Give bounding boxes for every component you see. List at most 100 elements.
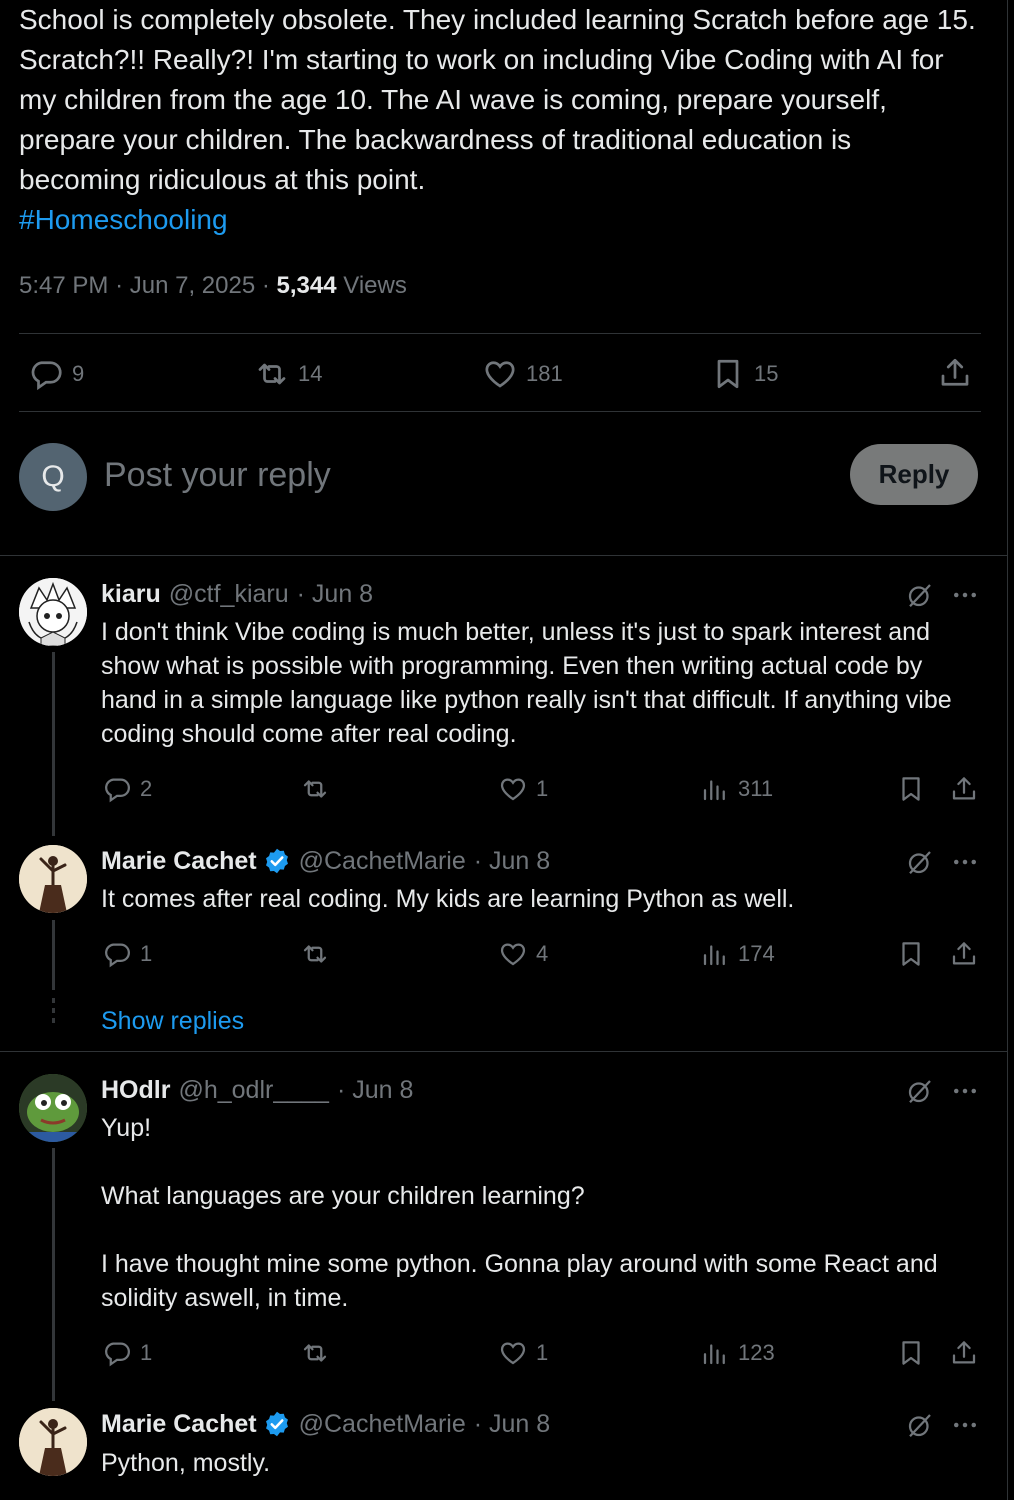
like-count: 1: [536, 1340, 549, 1365]
user-avatar[interactable]: Q: [19, 443, 87, 511]
heart-icon: [500, 778, 526, 801]
bookmark-action[interactable]: 15: [710, 356, 778, 392]
grok-icon[interactable]: [905, 1076, 935, 1106]
reply-count: 1: [140, 941, 153, 966]
more-icon[interactable]: [950, 580, 980, 610]
user-handle[interactable]: @CachetMarie: [299, 844, 466, 878]
reply-text-line: What languages are your children learnin…: [101, 1182, 585, 1210]
dancer-avatar-icon: [19, 845, 87, 913]
views-action[interactable]: 311: [700, 774, 773, 804]
share-action[interactable]: [937, 355, 973, 391]
reply-text-line: Yup!: [101, 1114, 152, 1142]
grok-icon[interactable]: [905, 847, 935, 877]
user-handle[interactable]: @CachetMarie: [299, 1407, 466, 1441]
reply-text: Python, mostly.: [101, 1449, 271, 1477]
reply-action[interactable]: 2: [102, 774, 152, 804]
avatar[interactable]: [19, 1408, 87, 1476]
view-count: 174: [738, 941, 775, 966]
post-date[interactable]: Jun 7, 2025: [130, 272, 255, 299]
post-text: School is completely obsolete. They incl…: [19, 4, 976, 195]
divider: [0, 555, 1008, 556]
divider: [19, 333, 981, 334]
avatar[interactable]: [19, 1074, 87, 1142]
avatar[interactable]: [19, 578, 87, 646]
views-action[interactable]: 174: [700, 939, 775, 969]
view-count: 5,344: [276, 272, 337, 299]
reply-input[interactable]: Post your reply: [104, 452, 331, 498]
like-action[interactable]: 181: [482, 356, 563, 392]
bookmark-count: 15: [754, 361, 779, 386]
display-name[interactable]: Marie Cachet: [101, 844, 257, 878]
reply-text: I don't think Vibe coding is much better…: [101, 618, 952, 748]
repost-count: 14: [298, 361, 323, 386]
repost-action[interactable]: [300, 774, 338, 804]
repost-icon: [303, 945, 327, 963]
repost-action[interactable]: [300, 939, 338, 969]
divider: [0, 1051, 1008, 1052]
reply-text-line: I have thought mine some python. Gonna p…: [101, 1250, 938, 1312]
reply-action[interactable]: 9: [28, 356, 84, 392]
share-icon: [952, 1341, 976, 1364]
reply-icon: [105, 1342, 130, 1367]
avatar[interactable]: [19, 845, 87, 913]
share-action[interactable]: [949, 1338, 979, 1368]
views-action[interactable]: 123: [700, 1338, 775, 1368]
verified-badge-icon: [263, 847, 291, 875]
heart-icon: [500, 943, 526, 966]
reply-header: Marie Cachet @CachetMarie · Jun 8: [101, 1407, 550, 1441]
meta-separator: ·: [115, 272, 124, 299]
display-name[interactable]: kiaru: [101, 577, 161, 611]
more-icon[interactable]: [950, 1410, 980, 1440]
user-handle[interactable]: @h_odlr____: [178, 1073, 329, 1107]
share-icon: [952, 777, 976, 800]
bookmark-action[interactable]: [896, 939, 926, 969]
repost-action[interactable]: 14: [254, 356, 322, 392]
bookmark-icon: [717, 359, 739, 389]
meta-separator: ·: [261, 272, 270, 299]
hashtag-link[interactable]: #Homeschooling: [19, 200, 228, 240]
reply-date[interactable]: · Jun 8: [474, 844, 550, 878]
repost-icon: [303, 780, 327, 798]
thread-line: [52, 920, 55, 990]
post-time[interactable]: 5:47 PM: [19, 272, 108, 299]
like-action[interactable]: 1: [498, 1338, 548, 1368]
display-name[interactable]: Marie Cachet: [101, 1407, 257, 1441]
reply-date[interactable]: · Jun 8: [297, 577, 373, 611]
heart-icon: [485, 361, 515, 388]
show-replies-link[interactable]: Show replies: [101, 1004, 244, 1038]
bookmark-icon: [902, 942, 920, 966]
share-action[interactable]: [949, 774, 979, 804]
reply-action[interactable]: 1: [102, 939, 152, 969]
share-action[interactable]: [949, 939, 979, 969]
reply-header: Marie Cachet @CachetMarie · Jun 8: [101, 844, 550, 878]
grok-icon[interactable]: [905, 580, 935, 610]
like-action[interactable]: 1: [498, 774, 548, 804]
reply-count: 2: [140, 776, 153, 801]
grok-icon[interactable]: [905, 1410, 935, 1440]
anime-avatar-icon: [19, 578, 87, 646]
user-handle[interactable]: @ctf_kiaru: [169, 577, 289, 611]
reply-action[interactable]: 1: [102, 1338, 152, 1368]
bookmark-action[interactable]: [896, 1338, 926, 1368]
repost-icon: [258, 363, 286, 385]
like-count: 1: [536, 776, 549, 801]
like-count: 4: [536, 941, 549, 966]
reply-date[interactable]: · Jun 8: [474, 1407, 550, 1441]
reply-header: kiaru @ctf_kiaru · Jun 8: [101, 577, 373, 611]
like-count: 181: [526, 361, 563, 386]
reply-button[interactable]: Reply: [850, 444, 978, 505]
display-name[interactable]: HOdlr: [101, 1073, 170, 1107]
divider: [19, 411, 981, 412]
repost-action[interactable]: [300, 1338, 338, 1368]
like-action[interactable]: 4: [498, 939, 548, 969]
bookmark-icon: [902, 777, 920, 801]
bookmark-action[interactable]: [896, 774, 926, 804]
views-icon: [703, 945, 725, 966]
column-border: [1007, 0, 1008, 1500]
view-count: 311: [738, 776, 774, 801]
reply-icon: [105, 778, 130, 803]
more-icon[interactable]: [950, 847, 980, 877]
more-icon[interactable]: [950, 1076, 980, 1106]
dancer-avatar-icon: [19, 1408, 87, 1476]
reply-date[interactable]: · Jun 8: [337, 1073, 413, 1107]
